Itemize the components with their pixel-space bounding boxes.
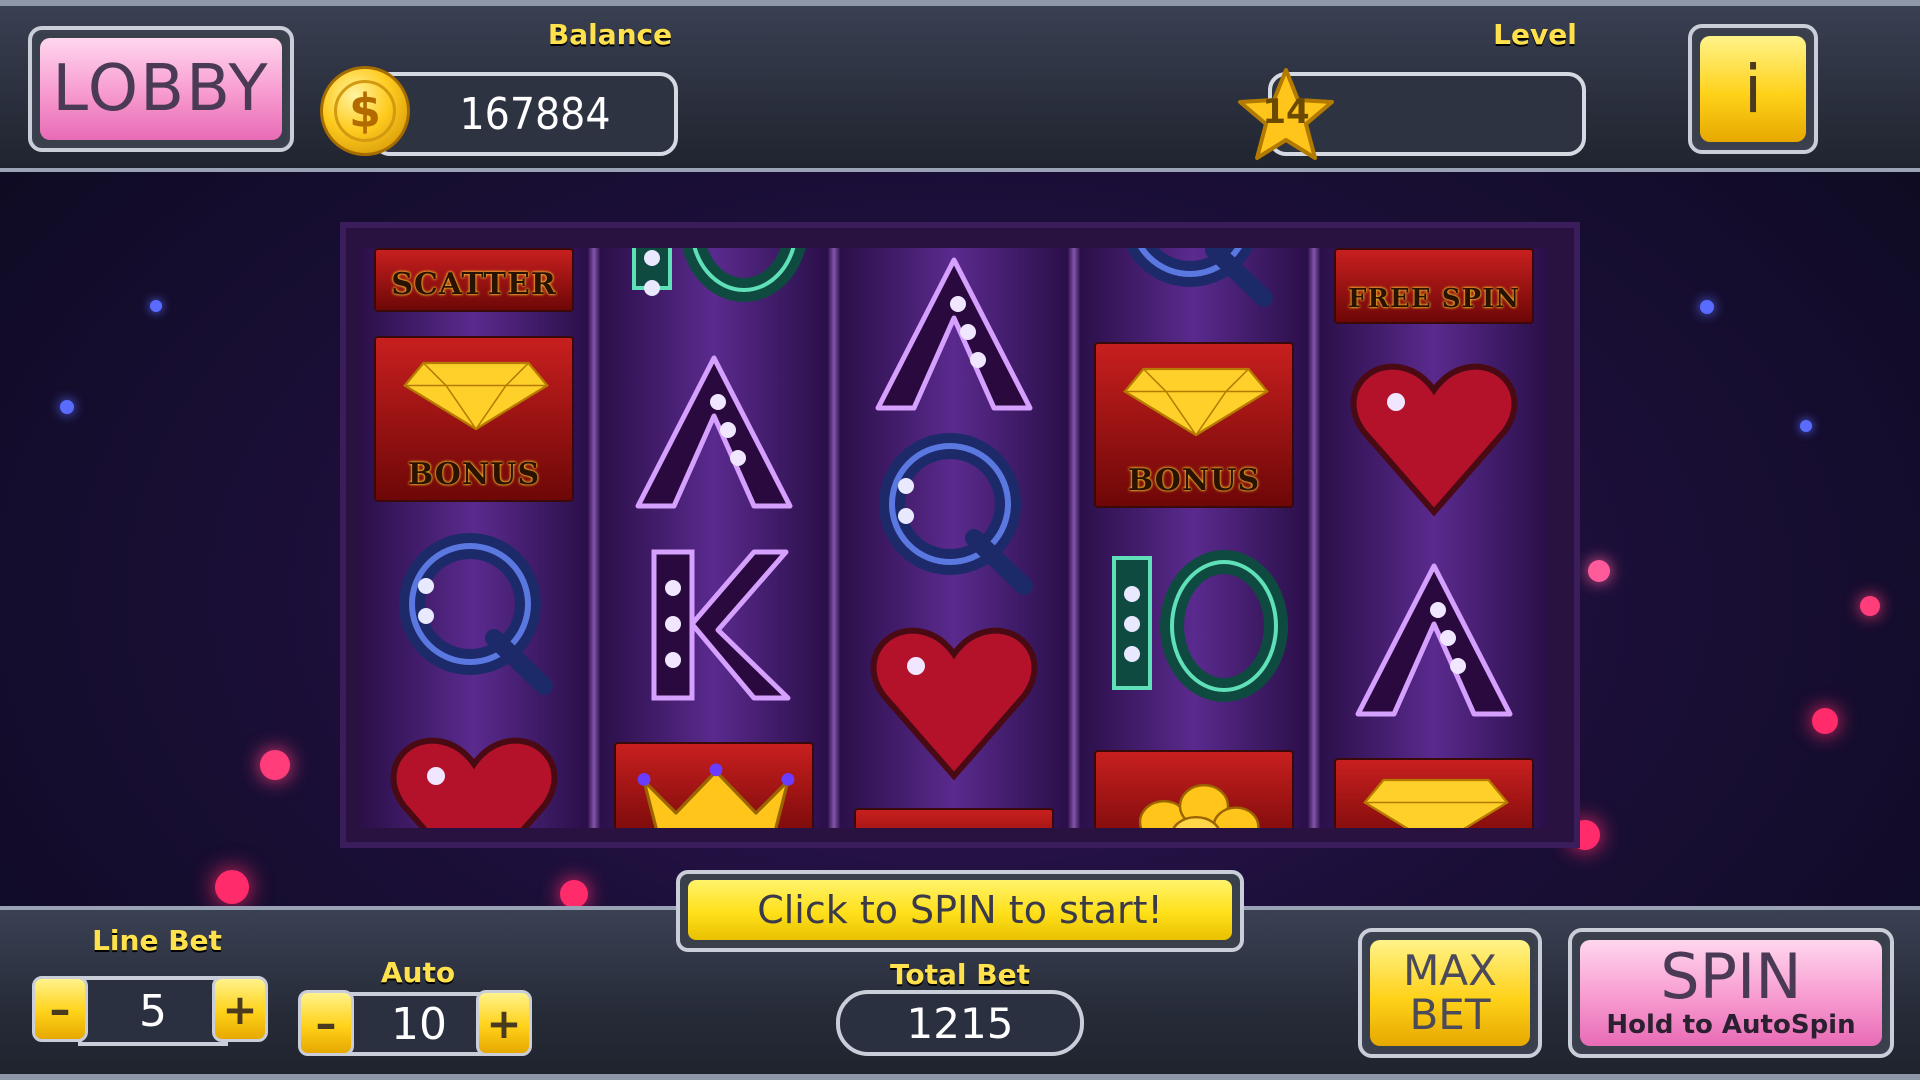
info-button[interactable]: i: [1688, 24, 1818, 154]
auto-spins-increase-button[interactable]: +: [476, 990, 532, 1056]
spin-sub-label: Hold to AutoSpin: [1606, 1010, 1856, 1040]
bonus-tile: BONUS: [1094, 342, 1294, 508]
bonus-tile: BONUS: [374, 336, 574, 502]
lobby-button[interactable]: LOBBY: [28, 26, 294, 152]
bonus-label: BONUS: [407, 457, 541, 492]
spin-label: SPIN: [1660, 940, 1802, 1013]
free-spin-label: FREE SPIN: [1347, 284, 1520, 314]
level-value: 14: [1262, 92, 1310, 132]
reel-divider: [828, 248, 840, 828]
diamond-icon: [403, 361, 549, 431]
heart-symbol-icon: [854, 616, 1054, 786]
message-banner: Click to SPIN to start!: [676, 870, 1244, 952]
spin-button[interactable]: SPIN Hold to AutoSpin: [1568, 928, 1894, 1058]
reel-divider: [1068, 248, 1080, 828]
total-bet-label: Total Bet: [890, 958, 1030, 991]
scatter-tile: SCATTER: [374, 248, 574, 312]
line-bet-decrease-button[interactable]: –: [32, 976, 88, 1042]
minus-icon: –: [315, 998, 337, 1048]
reel-3: [840, 248, 1068, 828]
balance-label: Balance: [547, 18, 673, 51]
ace-symbol-icon: [854, 248, 1054, 418]
coin-icon: $: [320, 66, 410, 156]
bonus-tile: [854, 808, 1054, 828]
bonus-label: BONUS: [1127, 463, 1261, 498]
reel-2: [600, 248, 828, 828]
message-text: Click to SPIN to start!: [688, 880, 1232, 940]
crown-icon: [637, 763, 795, 828]
level-label: Level: [1493, 18, 1577, 51]
reel-1: SCATTER BONUS: [360, 248, 588, 828]
info-icon: i: [1700, 36, 1806, 142]
max-bet-label-bottom: BET: [1409, 990, 1491, 1039]
total-bet-display: 1215: [836, 990, 1084, 1056]
queen-symbol-icon: [374, 526, 574, 696]
minus-icon: –: [49, 984, 71, 1034]
coins-tile: [1094, 750, 1294, 828]
free-spin-tile: FREE SPIN: [1334, 248, 1534, 324]
bonus-tile: [1334, 758, 1534, 828]
queen-symbol-icon: [854, 426, 1054, 596]
ten-symbol-icon: [614, 248, 814, 308]
reel-divider: [588, 248, 600, 828]
coin-symbol: $: [348, 84, 381, 138]
heart-symbol-icon: [1334, 352, 1534, 522]
ace-symbol-icon: [614, 346, 814, 516]
plus-icon: +: [486, 998, 522, 1048]
auto-spins-value: 10: [344, 992, 494, 1056]
line-bet-label: Line Bet: [92, 924, 222, 957]
diamond-icon: [1363, 778, 1509, 828]
queen-symbol-icon: [1094, 248, 1294, 308]
reel-divider: [1308, 248, 1320, 828]
reel-4: BONUS: [1080, 248, 1308, 828]
crown-tile: [614, 742, 814, 828]
line-bet-increase-button[interactable]: +: [212, 976, 268, 1042]
line-bet-value: 5: [78, 976, 228, 1046]
heart-symbol-icon: [374, 726, 574, 828]
reel-frame: SCATTER BONUS BONUS FREE SPIN: [340, 222, 1580, 848]
coins-icon: [1138, 784, 1260, 828]
diamond-icon: [1123, 367, 1269, 437]
balance-value: 167884: [459, 88, 611, 140]
ace-symbol-icon: [1334, 554, 1534, 724]
king-symbol-icon: [614, 538, 814, 708]
plus-icon: +: [222, 984, 258, 1034]
total-bet-value: 1215: [906, 998, 1014, 1048]
auto-spins-decrease-button[interactable]: –: [298, 990, 354, 1056]
max-bet-label-top: MAX: [1403, 946, 1497, 995]
ten-symbol-icon: [1094, 538, 1294, 708]
reel-5: FREE SPIN: [1320, 248, 1548, 828]
max-bet-button[interactable]: MAX BET: [1358, 928, 1542, 1058]
balance-display: 167884: [372, 72, 678, 156]
scatter-label: SCATTER: [391, 267, 557, 302]
lobby-label: LOBBY: [40, 38, 282, 140]
